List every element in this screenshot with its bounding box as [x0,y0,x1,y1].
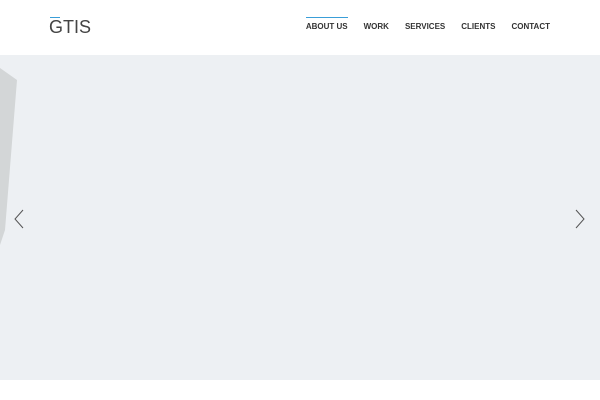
prev-slide-button[interactable] [13,208,27,230]
nav-clients[interactable]: CLIENTS [461,21,495,31]
hero-slider [0,55,600,380]
nav-services[interactable]: SERVICES [405,21,445,31]
logo[interactable]: GTIS [49,17,91,38]
next-slide-button[interactable] [573,208,587,230]
nav-about-us[interactable]: ABOUT US [305,17,348,31]
header: GTIS ABOUT US WORK SERVICES CLIENTS CONT… [0,0,600,55]
main-nav: ABOUT US WORK SERVICES CLIENTS CONTACT [305,17,550,31]
chevron-right-icon [575,209,585,229]
chevron-left-icon [14,209,24,229]
nav-contact[interactable]: CONTACT [511,21,550,31]
nav-work[interactable]: WORK [364,21,389,31]
